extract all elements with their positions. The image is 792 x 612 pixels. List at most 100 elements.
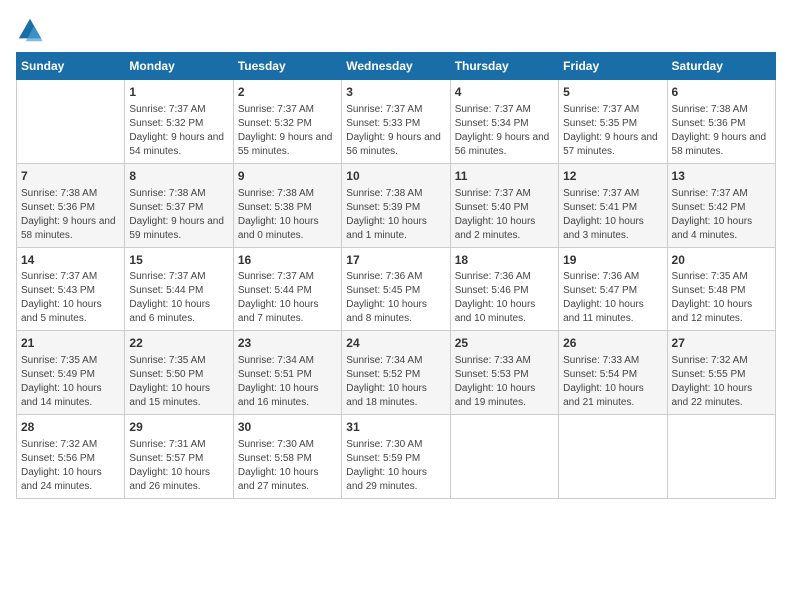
day-info: Sunrise: 7:38 AMSunset: 5:36 PMDaylight:…	[21, 187, 120, 243]
day-number: 26	[563, 335, 662, 352]
day-number: 14	[21, 252, 120, 269]
day-number: 6	[672, 84, 771, 101]
day-of-week-monday: Monday	[125, 53, 233, 80]
day-info: Sunrise: 7:35 AMSunset: 5:48 PMDaylight:…	[672, 270, 771, 326]
day-info: Sunrise: 7:35 AMSunset: 5:49 PMDaylight:…	[21, 354, 120, 410]
page-header	[16, 16, 776, 44]
day-number: 9	[238, 168, 337, 185]
day-info: Sunrise: 7:36 AMSunset: 5:45 PMDaylight:…	[346, 270, 445, 326]
day-info: Sunrise: 7:32 AMSunset: 5:56 PMDaylight:…	[21, 438, 120, 494]
calendar-cell	[17, 80, 125, 164]
day-number: 5	[563, 84, 662, 101]
day-info: Sunrise: 7:34 AMSunset: 5:52 PMDaylight:…	[346, 354, 445, 410]
calendar-table: SundayMondayTuesdayWednesdayThursdayFrid…	[16, 52, 776, 499]
day-info: Sunrise: 7:38 AMSunset: 5:38 PMDaylight:…	[238, 187, 337, 243]
day-number: 13	[672, 168, 771, 185]
day-info: Sunrise: 7:37 AMSunset: 5:32 PMDaylight:…	[129, 103, 228, 159]
day-number: 30	[238, 419, 337, 436]
day-info: Sunrise: 7:37 AMSunset: 5:34 PMDaylight:…	[455, 103, 554, 159]
calendar-cell: 24Sunrise: 7:34 AMSunset: 5:52 PMDayligh…	[342, 331, 450, 415]
day-info: Sunrise: 7:37 AMSunset: 5:35 PMDaylight:…	[563, 103, 662, 159]
calendar-cell: 28 Sunrise: 7:32 AMSunset: 5:56 PMDayligh…	[17, 415, 125, 499]
day-number: 1	[129, 84, 228, 101]
day-number: 7	[21, 168, 120, 185]
calendar-cell: 1 Sunrise: 7:37 AMSunset: 5:32 PMDaylight…	[125, 80, 233, 164]
calendar-header-row: SundayMondayTuesdayWednesdayThursdayFrid…	[17, 53, 776, 80]
logo-icon	[16, 16, 44, 44]
calendar-cell: 19Sunrise: 7:36 AMSunset: 5:47 PMDayligh…	[559, 247, 667, 331]
calendar-cell: 22Sunrise: 7:35 AMSunset: 5:50 PMDayligh…	[125, 331, 233, 415]
calendar-week-4: 21 Sunrise: 7:35 AMSunset: 5:49 PMDayligh…	[17, 331, 776, 415]
calendar-cell: 4 Sunrise: 7:37 AMSunset: 5:34 PMDaylight…	[450, 80, 558, 164]
day-info: Sunrise: 7:37 AMSunset: 5:41 PMDaylight:…	[563, 187, 662, 243]
day-number: 21	[21, 335, 120, 352]
calendar-cell: 29 Sunrise: 7:31 AMSunset: 5:57 PMDayligh…	[125, 415, 233, 499]
day-number: 3	[346, 84, 445, 101]
calendar-cell: 26 Sunrise: 7:33 AMSunset: 5:54 PMDayligh…	[559, 331, 667, 415]
calendar-cell: 27 Sunrise: 7:32 AMSunset: 5:55 PMDayligh…	[667, 331, 775, 415]
day-info: Sunrise: 7:37 AMSunset: 5:33 PMDaylight:…	[346, 103, 445, 159]
day-info: Sunrise: 7:37 AMSunset: 5:43 PMDaylight:…	[21, 270, 120, 326]
calendar-cell: 20Sunrise: 7:35 AMSunset: 5:48 PMDayligh…	[667, 247, 775, 331]
calendar-cell: 10 Sunrise: 7:38 AMSunset: 5:39 PMDayligh…	[342, 163, 450, 247]
calendar-cell: 25 Sunrise: 7:33 AMSunset: 5:53 PMDayligh…	[450, 331, 558, 415]
calendar-cell: 3 Sunrise: 7:37 AMSunset: 5:33 PMDaylight…	[342, 80, 450, 164]
calendar-cell: 2 Sunrise: 7:37 AMSunset: 5:32 PMDaylight…	[233, 80, 341, 164]
day-info: Sunrise: 7:37 AMSunset: 5:44 PMDaylight:…	[238, 270, 337, 326]
calendar-cell: 16Sunrise: 7:37 AMSunset: 5:44 PMDayligh…	[233, 247, 341, 331]
day-info: Sunrise: 7:37 AMSunset: 5:44 PMDaylight:…	[129, 270, 228, 326]
day-info: Sunrise: 7:30 AMSunset: 5:58 PMDaylight:…	[238, 438, 337, 494]
calendar-cell: 11Sunrise: 7:37 AMSunset: 5:40 PMDayligh…	[450, 163, 558, 247]
day-number: 12	[563, 168, 662, 185]
day-number: 4	[455, 84, 554, 101]
day-info: Sunrise: 7:33 AMSunset: 5:54 PMDaylight:…	[563, 354, 662, 410]
day-number: 27	[672, 335, 771, 352]
day-number: 20	[672, 252, 771, 269]
calendar-cell: 15Sunrise: 7:37 AMSunset: 5:44 PMDayligh…	[125, 247, 233, 331]
logo	[16, 16, 48, 44]
day-info: Sunrise: 7:38 AMSunset: 5:37 PMDaylight:…	[129, 187, 228, 243]
day-info: Sunrise: 7:32 AMSunset: 5:55 PMDaylight:…	[672, 354, 771, 410]
calendar-week-2: 7 Sunrise: 7:38 AMSunset: 5:36 PMDaylight…	[17, 163, 776, 247]
day-number: 15	[129, 252, 228, 269]
calendar-cell: 9 Sunrise: 7:38 AMSunset: 5:38 PMDaylight…	[233, 163, 341, 247]
day-info: Sunrise: 7:36 AMSunset: 5:46 PMDaylight:…	[455, 270, 554, 326]
day-number: 2	[238, 84, 337, 101]
day-number: 18	[455, 252, 554, 269]
day-info: Sunrise: 7:34 AMSunset: 5:51 PMDaylight:…	[238, 354, 337, 410]
calendar-cell	[559, 415, 667, 499]
day-of-week-thursday: Thursday	[450, 53, 558, 80]
calendar-cell	[667, 415, 775, 499]
day-info: Sunrise: 7:36 AMSunset: 5:47 PMDaylight:…	[563, 270, 662, 326]
day-info: Sunrise: 7:37 AMSunset: 5:42 PMDaylight:…	[672, 187, 771, 243]
day-of-week-sunday: Sunday	[17, 53, 125, 80]
day-number: 11	[455, 168, 554, 185]
day-number: 8	[129, 168, 228, 185]
day-number: 16	[238, 252, 337, 269]
day-info: Sunrise: 7:33 AMSunset: 5:53 PMDaylight:…	[455, 354, 554, 410]
calendar-cell: 8 Sunrise: 7:38 AMSunset: 5:37 PMDaylight…	[125, 163, 233, 247]
day-of-week-saturday: Saturday	[667, 53, 775, 80]
day-number: 29	[129, 419, 228, 436]
day-number: 19	[563, 252, 662, 269]
day-number: 10	[346, 168, 445, 185]
day-number: 17	[346, 252, 445, 269]
day-number: 31	[346, 419, 445, 436]
calendar-cell: 17Sunrise: 7:36 AMSunset: 5:45 PMDayligh…	[342, 247, 450, 331]
day-info: Sunrise: 7:37 AMSunset: 5:32 PMDaylight:…	[238, 103, 337, 159]
calendar-cell: 31Sunrise: 7:30 AMSunset: 5:59 PMDayligh…	[342, 415, 450, 499]
calendar-cell: 14Sunrise: 7:37 AMSunset: 5:43 PMDayligh…	[17, 247, 125, 331]
day-number: 25	[455, 335, 554, 352]
day-info: Sunrise: 7:38 AMSunset: 5:39 PMDaylight:…	[346, 187, 445, 243]
calendar-cell	[450, 415, 558, 499]
day-number: 28	[21, 419, 120, 436]
day-number: 23	[238, 335, 337, 352]
calendar-cell: 21 Sunrise: 7:35 AMSunset: 5:49 PMDayligh…	[17, 331, 125, 415]
calendar-cell: 23 Sunrise: 7:34 AMSunset: 5:51 PMDayligh…	[233, 331, 341, 415]
day-info: Sunrise: 7:31 AMSunset: 5:57 PMDaylight:…	[129, 438, 228, 494]
day-of-week-wednesday: Wednesday	[342, 53, 450, 80]
calendar-cell: 6 Sunrise: 7:38 AMSunset: 5:36 PMDaylight…	[667, 80, 775, 164]
day-of-week-tuesday: Tuesday	[233, 53, 341, 80]
day-info: Sunrise: 7:38 AMSunset: 5:36 PMDaylight:…	[672, 103, 771, 159]
calendar-week-5: 28 Sunrise: 7:32 AMSunset: 5:56 PMDayligh…	[17, 415, 776, 499]
